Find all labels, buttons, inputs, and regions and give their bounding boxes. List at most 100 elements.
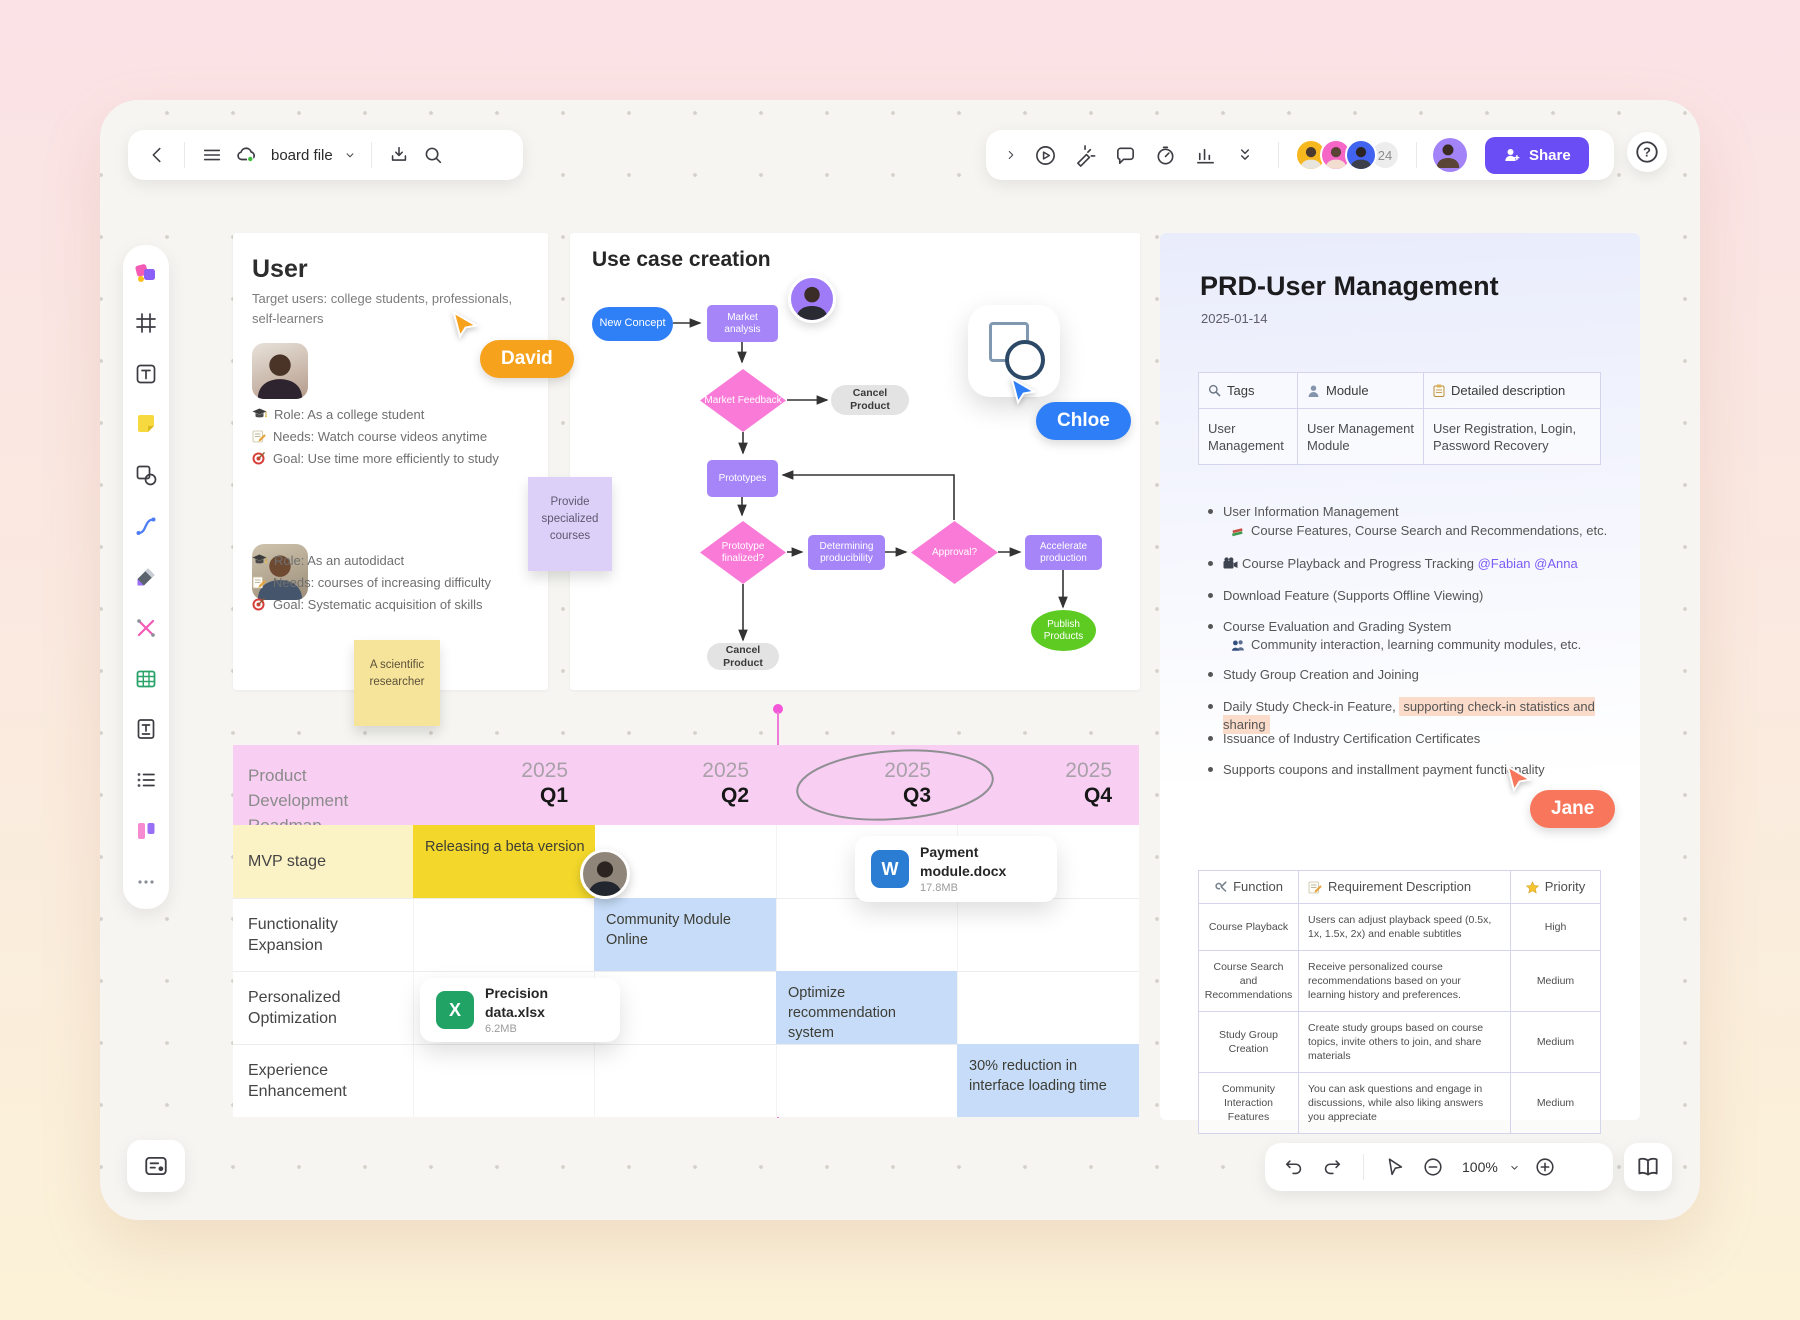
undo-button[interactable] — [1277, 1150, 1311, 1184]
prd-bullet-study-group: Study Group Creation and Joining — [1208, 666, 1608, 684]
laser-pointer-button[interactable] — [1068, 138, 1102, 172]
roadmap-row-label-mvp: MVP stage — [233, 825, 413, 898]
persona1-goal: Goal: Use time more efficiently to study — [252, 447, 499, 469]
file-name[interactable]: board file — [271, 147, 333, 164]
prd-info-cell-description: User Registration, Login, Password Recov… — [1424, 409, 1601, 465]
zoom-menu-chevron[interactable] — [1506, 1150, 1524, 1184]
flow-node-new-concept[interactable]: New Concept — [592, 307, 673, 341]
word-file-icon: W — [871, 850, 909, 888]
roadmap-col-q2: 2025Q2 — [594, 745, 775, 825]
use-case-card[interactable]: Use case creation New Concept Market ana… — [570, 233, 1140, 690]
document-tool[interactable] — [130, 713, 162, 745]
req-cell: Study Group Creation — [1199, 1012, 1299, 1073]
roadmap-cell-recommendation[interactable]: Optimize recommendation system — [776, 971, 957, 1044]
file-card-payment[interactable]: W Payment module.docx 17.8MB — [855, 836, 1057, 902]
prd-info-header-module: Module — [1298, 373, 1424, 409]
frame-tool[interactable] — [130, 307, 162, 339]
memo-icon — [252, 576, 266, 589]
flow-node-market-analysis[interactable]: Market analysis — [707, 305, 778, 342]
graduate-icon — [252, 408, 267, 420]
req-cell-priority: High — [1511, 904, 1601, 951]
sticky-note-purple[interactable]: Provide specialized courses — [528, 477, 612, 571]
flow-node-publish-products[interactable]: Publish Products — [1031, 610, 1096, 651]
persona1-avatar[interactable] — [252, 343, 308, 399]
help-button[interactable]: ? — [1627, 132, 1667, 172]
back-button[interactable] — [140, 138, 174, 172]
collaborator-avatar-bubble[interactable] — [788, 275, 836, 323]
svg-text:?: ? — [1643, 145, 1651, 160]
prd-info-cell-module: User Management Module — [1298, 409, 1424, 465]
connector-tool[interactable] — [130, 612, 162, 644]
curve-connector-tool[interactable] — [130, 510, 162, 542]
table-tool[interactable] — [130, 663, 162, 695]
books-icon — [1231, 525, 1245, 537]
persona2-role: Role: As an autodidact — [252, 549, 491, 571]
pointer-mode-button[interactable] — [1378, 1150, 1412, 1184]
flow-node-cancel-product-2[interactable]: Cancel Product — [707, 643, 779, 670]
search-button[interactable] — [416, 138, 450, 172]
req-cell-priority: Medium — [1511, 1073, 1601, 1134]
collapse-chevron[interactable] — [1000, 138, 1022, 172]
tool-sidebar — [123, 245, 169, 909]
prd-bullet-checkin: Daily Study Check-in Feature, supporting… — [1208, 698, 1608, 734]
zoom-out-button[interactable] — [1416, 1150, 1450, 1184]
clipboard-icon — [1433, 384, 1445, 397]
flow-node-prototypes[interactable]: Prototypes — [707, 460, 778, 497]
pages-book-button[interactable] — [1624, 1143, 1672, 1191]
shape-tool[interactable] — [130, 459, 162, 491]
marker-pen-tool[interactable] — [130, 561, 162, 593]
more-tools[interactable] — [130, 866, 162, 898]
timer-button[interactable] — [1148, 138, 1182, 172]
flow-node-cancel-product-1[interactable]: Cancel Product — [831, 385, 909, 415]
chart-button[interactable] — [1188, 138, 1222, 172]
roadmap-cell-community[interactable]: Community Module Online — [594, 898, 776, 971]
sticky-note-yellow[interactable]: A scientific researcher — [354, 640, 440, 726]
menu-button[interactable] — [195, 138, 229, 172]
prd-date: 2025-01-14 — [1201, 311, 1268, 326]
sticky-note-tool[interactable] — [130, 408, 162, 440]
flow-node-determining-producibility[interactable]: Determining producibility — [808, 535, 885, 570]
present-play-button[interactable] — [1028, 138, 1062, 172]
templates-tool[interactable] — [130, 256, 162, 288]
prd-info-table[interactable]: Tags Module Detailed description User Ma… — [1198, 372, 1601, 465]
roadmap-row-label-experience: Experience Enhancement — [233, 1044, 373, 1117]
comment-button[interactable] — [1108, 138, 1142, 172]
mention-fabian-anna[interactable]: @Fabian @Anna — [1478, 556, 1578, 571]
persona2-goal: Goal: Systematic acquisition of skills — [252, 593, 491, 615]
roadmap-cell-beta[interactable]: Releasing a beta version — [413, 825, 595, 898]
collaborator-avatar-roadmap[interactable] — [580, 849, 630, 899]
search-icon — [1208, 384, 1221, 397]
avatar-self[interactable] — [1433, 138, 1467, 172]
roadmap-col-q1: 2025Q1 — [413, 745, 594, 825]
file-menu-chevron[interactable] — [339, 138, 361, 172]
persona1-needs: Needs: Watch course videos anytime — [252, 425, 499, 447]
file-card-precision[interactable]: X Precision data.xlsx 6.2MB — [420, 978, 620, 1042]
persona2-needs: Needs: courses of increasing difficulty — [252, 571, 491, 593]
collaborator-avatar-stack[interactable]: 24 — [1295, 139, 1400, 171]
toolbar-top-left: board file — [128, 130, 523, 180]
zoom-level[interactable]: 100% — [1462, 1159, 1498, 1175]
persona1-role: Role: As a college student — [252, 403, 499, 425]
list-tool[interactable] — [130, 764, 162, 796]
roadmap-cell-loading[interactable]: 30% reduction in interface loading time — [957, 1044, 1139, 1117]
expand-more-button[interactable] — [1228, 138, 1262, 172]
target-icon — [252, 451, 266, 465]
memo-icon — [1308, 881, 1322, 894]
toolbar-divider — [1416, 142, 1417, 168]
text-tool[interactable] — [130, 358, 162, 390]
toolbar-divider — [1363, 1154, 1364, 1180]
kanban-tool[interactable] — [130, 815, 162, 847]
avatar-collaborator-3[interactable] — [1345, 139, 1377, 171]
user-panel-card[interactable]: User Target users: college students, pro… — [233, 233, 548, 690]
zoom-in-button[interactable] — [1528, 1150, 1562, 1184]
import-button[interactable] — [382, 138, 416, 172]
toolbar-top-right: 24 Share — [986, 130, 1614, 180]
share-button[interactable]: Share — [1485, 137, 1589, 174]
flow-node-accelerate-production[interactable]: Accelerate production — [1025, 535, 1102, 570]
prd-requirement-table[interactable]: Function Requirement Description Priorit… — [1198, 870, 1601, 1134]
roadmap-table[interactable]: Product Development Roadmap 2025Q1 2025Q… — [233, 745, 1139, 1117]
redo-button[interactable] — [1315, 1150, 1349, 1184]
prd-title: PRD-User Management — [1200, 271, 1499, 302]
req-cell: Users can adjust playback speed (0.5x, 1… — [1299, 904, 1511, 951]
notes-panel-button[interactable] — [127, 1140, 185, 1192]
